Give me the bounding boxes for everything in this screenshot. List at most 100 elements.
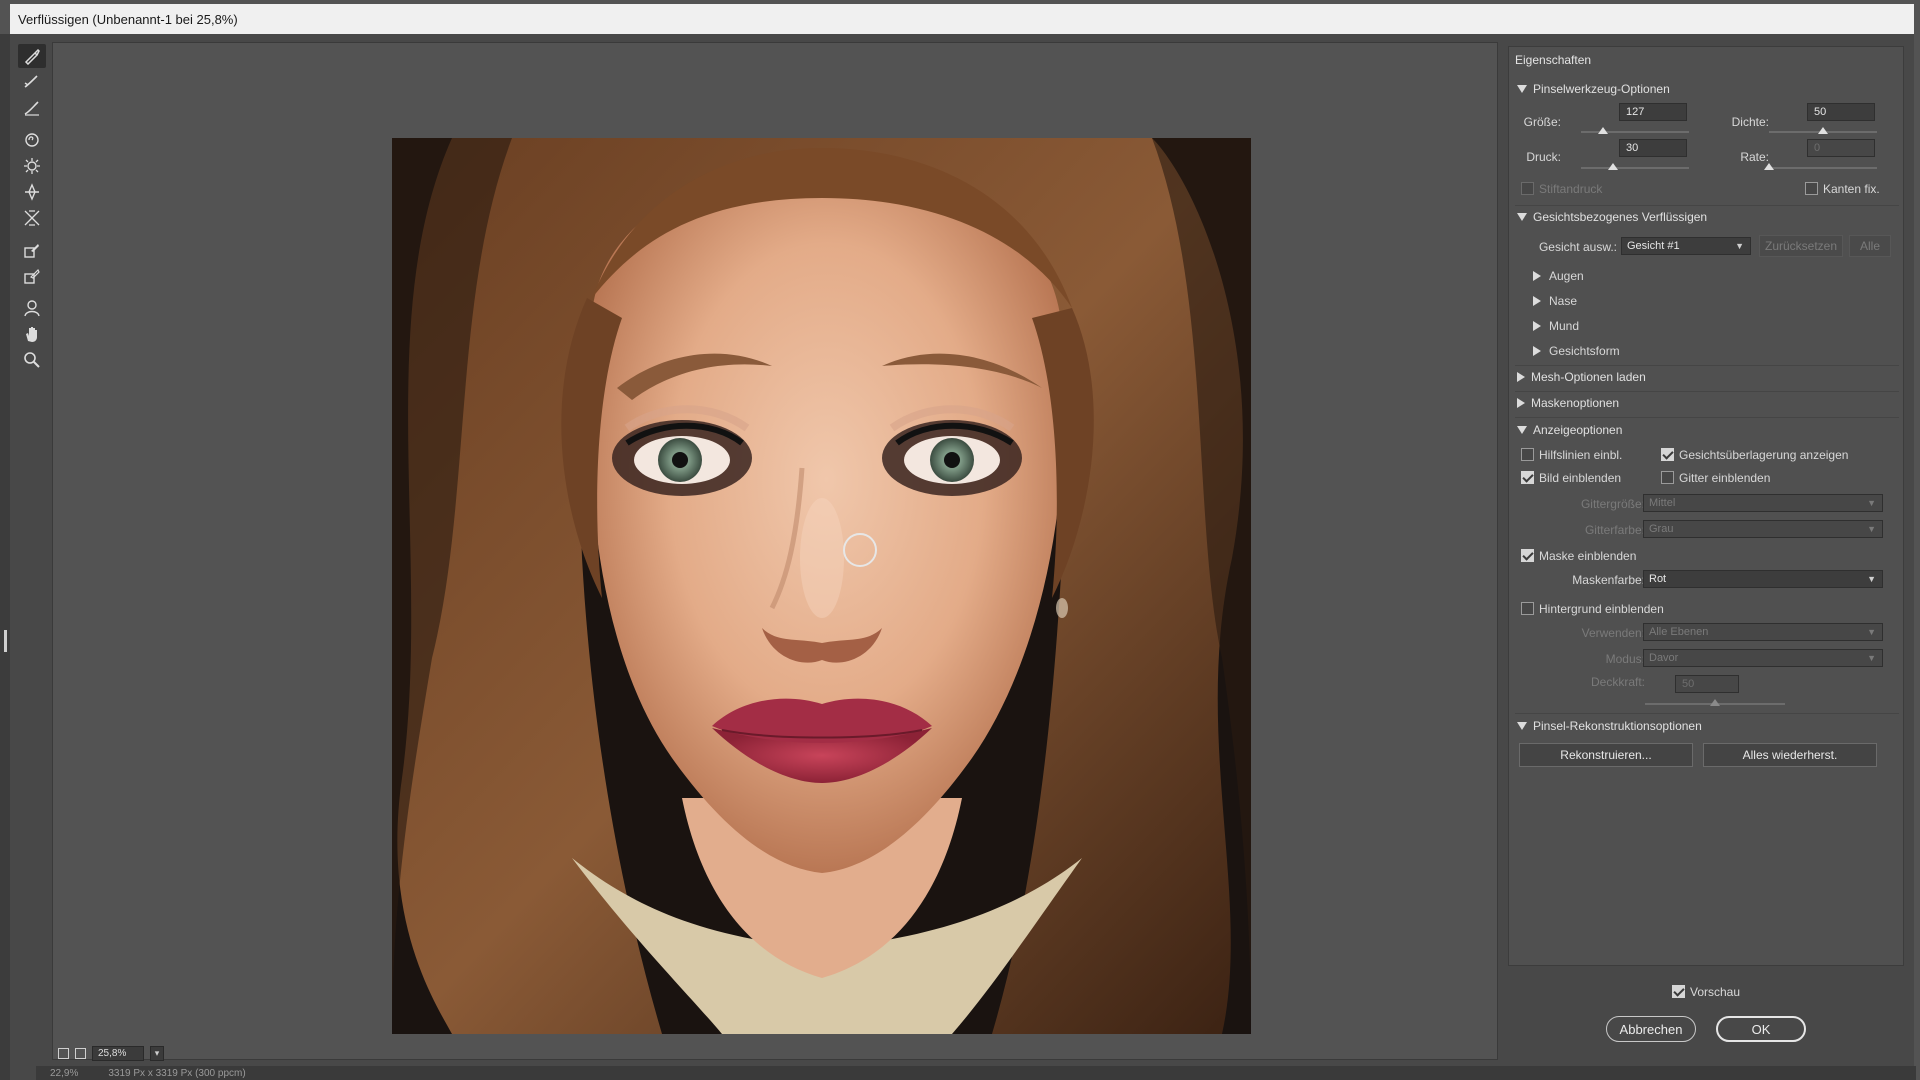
show-face-overlay-label: Gesichtsüberlagerung anzeigen (1679, 448, 1849, 462)
smooth-tool-icon[interactable] (18, 96, 46, 120)
expanded-triangle-icon (1517, 426, 1527, 434)
zoom-tool-icon[interactable] (18, 348, 46, 372)
twirl-tool-icon[interactable] (18, 128, 46, 152)
panel-title: Eigenschaften (1515, 53, 1592, 67)
thaw-mask-tool-icon[interactable] (18, 264, 46, 288)
pressure-slider[interactable] (1581, 167, 1689, 169)
size-field[interactable]: 127 (1619, 103, 1687, 121)
canvas-zoom-bar: 25,8% ▾ (58, 1044, 298, 1062)
opacity-slider-handle[interactable] (1710, 699, 1720, 706)
edge-handle[interactable] (4, 630, 7, 652)
canvas-area[interactable] (52, 42, 1498, 1060)
density-label: Dichte: (1731, 115, 1769, 129)
restore-all-button[interactable]: Alles wiederherst. (1703, 743, 1877, 767)
face-tool-icon[interactable] (18, 296, 46, 320)
rate-field[interactable]: 0 (1807, 139, 1875, 157)
portrait-image[interactable] (392, 138, 1251, 1034)
subsection-eyes[interactable]: Augen (1533, 268, 1584, 284)
stylus-pressure-checkbox[interactable] (1521, 182, 1534, 195)
divider (1515, 417, 1899, 418)
expanded-triangle-icon (1517, 722, 1527, 730)
subsection-face-shape[interactable]: Gesichtsform (1533, 343, 1620, 359)
divider (1515, 391, 1899, 392)
bloat-tool-icon[interactable] (18, 180, 46, 204)
opacity-label: Deckkraft: (1590, 675, 1645, 689)
select-face-label: Gesicht ausw.: (1538, 240, 1617, 254)
show-guides-checkbox[interactable] (1521, 448, 1534, 461)
window-title: Verflüssigen (Unbenannt-1 bei 25,8%) (18, 11, 238, 27)
chevron-down-icon: ▼ (1867, 627, 1876, 637)
collapsed-triangle-icon (1517, 372, 1525, 382)
preview-label: Vorschau (1690, 985, 1741, 999)
show-image-label: Bild einblenden (1539, 471, 1622, 485)
collapsed-triangle-icon (1533, 271, 1541, 281)
divider (1515, 365, 1899, 366)
mesh-color-dropdown[interactable]: Grau ▼ (1643, 520, 1883, 538)
status-document-size: 3319 Px x 3319 Px (300 ppcm) (108, 1067, 246, 1079)
divider (1515, 205, 1899, 206)
mode-dropdown[interactable]: Davor ▼ (1643, 649, 1883, 667)
show-backdrop-checkbox[interactable] (1521, 602, 1534, 615)
expanded-triangle-icon (1517, 213, 1527, 221)
show-face-overlay-checkbox[interactable] (1661, 448, 1674, 461)
mask-color-dropdown[interactable]: Rot ▼ (1643, 570, 1883, 588)
mesh-size-label: Gittergröße: (1580, 497, 1645, 511)
left-edge (0, 34, 10, 1080)
use-label: Verwenden: (1581, 626, 1645, 640)
tool-panel (12, 40, 52, 400)
reconstruct-options-header[interactable]: Pinsel-Rekonstruktionsoptionen (1517, 718, 1702, 734)
show-mask-checkbox[interactable] (1521, 549, 1534, 562)
expanded-triangle-icon (1517, 85, 1527, 93)
brush-options-header[interactable]: Pinselwerkzeug-Optionen (1517, 81, 1670, 97)
load-mesh-header[interactable]: Mesh-Optionen laden (1517, 369, 1646, 385)
pucker-tool-icon[interactable] (18, 154, 46, 178)
subsection-mouth[interactable]: Mund (1533, 318, 1579, 334)
mesh-size-dropdown[interactable]: Mittel ▼ (1643, 494, 1883, 512)
rate-slider-handle[interactable] (1764, 163, 1774, 170)
chevron-down-icon: ▼ (1735, 241, 1744, 251)
freeze-mask-tool-icon[interactable] (18, 238, 46, 262)
opacity-field[interactable]: 50 (1675, 675, 1739, 693)
status-zoom: 22,9% (50, 1067, 79, 1079)
density-slider-handle[interactable] (1818, 127, 1828, 134)
pin-edges-label: Kanten fix. (1823, 182, 1880, 196)
chevron-down-icon: ▼ (1867, 574, 1876, 584)
collapsed-triangle-icon (1533, 296, 1541, 306)
fit-view-icon[interactable] (58, 1047, 69, 1059)
select-face-dropdown[interactable]: Gesicht #1 ▼ (1621, 237, 1751, 255)
view-options-header[interactable]: Anzeigeoptionen (1517, 422, 1622, 438)
pin-edges-checkbox[interactable] (1805, 182, 1818, 195)
zoom-dropdown-icon[interactable]: ▾ (150, 1045, 164, 1061)
collapsed-triangle-icon (1533, 346, 1541, 356)
push-left-tool-icon[interactable] (18, 206, 46, 230)
ok-button[interactable]: OK (1716, 1016, 1806, 1042)
actual-pixels-icon[interactable] (75, 1047, 86, 1059)
use-dropdown[interactable]: Alle Ebenen ▼ (1643, 623, 1883, 641)
hand-tool-icon[interactable] (18, 322, 46, 346)
show-image-checkbox[interactable] (1521, 471, 1534, 484)
all-button[interactable]: Alle (1849, 235, 1891, 257)
app-status-bar: 22,9% 3319 Px x 3319 Px (300 ppcm) (36, 1066, 1916, 1080)
collapsed-triangle-icon (1517, 398, 1525, 408)
cancel-button[interactable]: Abbrechen (1606, 1016, 1696, 1042)
density-field[interactable]: 50 (1807, 103, 1875, 121)
reconstruct-tool-icon[interactable] (18, 70, 46, 94)
mode-label: Modus: (1605, 652, 1645, 666)
subsection-nose[interactable]: Nase (1533, 293, 1577, 309)
show-mesh-label: Gitter einblenden (1679, 471, 1771, 485)
forward-warp-tool-icon[interactable] (18, 44, 46, 68)
mask-options-header[interactable]: Maskenoptionen (1517, 395, 1619, 411)
face-aware-header[interactable]: Gesichtsbezogenes Verflüssigen (1517, 209, 1707, 225)
pressure-field[interactable]: 30 (1619, 139, 1687, 157)
rate-slider[interactable] (1769, 167, 1877, 169)
mesh-color-label: Gitterfarbe: (1584, 523, 1645, 537)
show-mesh-checkbox[interactable] (1661, 471, 1674, 484)
size-slider-handle[interactable] (1597, 127, 1608, 134)
window-title-bar: Verflüssigen (Unbenannt-1 bei 25,8%) (10, 4, 1914, 34)
pressure-slider-handle[interactable] (1608, 163, 1619, 170)
preview-checkbox[interactable] (1672, 985, 1685, 998)
reset-button[interactable]: Zurücksetzen (1759, 235, 1843, 257)
brush-cursor (843, 533, 877, 567)
reconstruct-button[interactable]: Rekonstruieren... (1519, 743, 1693, 767)
zoom-input[interactable]: 25,8% (92, 1045, 144, 1061)
